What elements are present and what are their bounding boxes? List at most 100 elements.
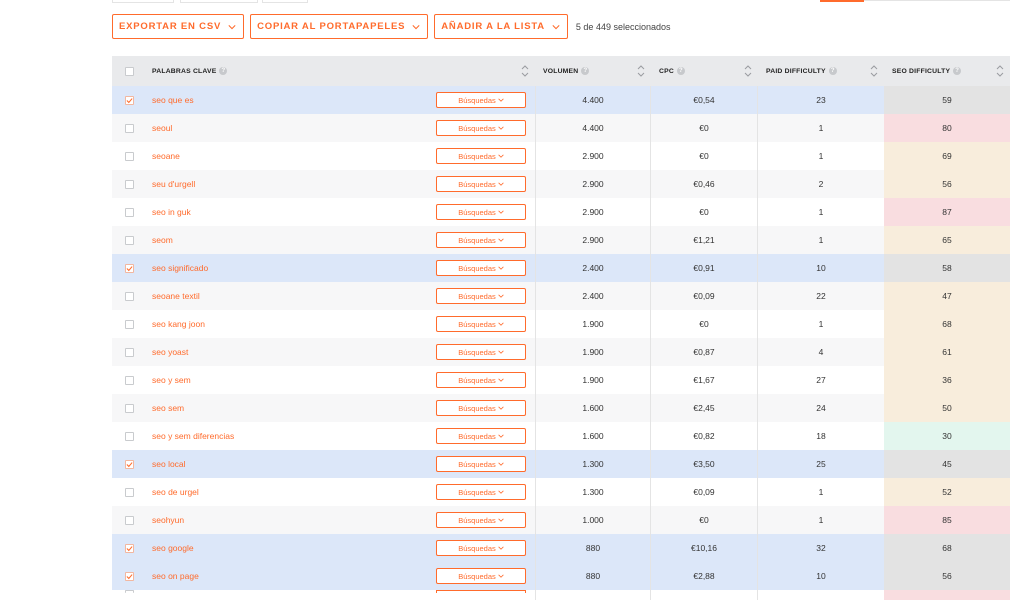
header-keyword-label: PALABRAS CLAVE bbox=[152, 67, 217, 75]
table-row: seoane Búsquedas 2.900 €0 1 69 bbox=[112, 142, 1010, 170]
info-icon[interactable]: ? bbox=[828, 67, 837, 75]
add-to-list-button[interactable]: AÑADIR A LA LISTA bbox=[434, 14, 568, 39]
row-checkbox[interactable] bbox=[124, 319, 134, 329]
sort-icon[interactable] bbox=[870, 64, 878, 78]
seo-difficulty-cell: 65 bbox=[884, 226, 1010, 254]
row-checkbox[interactable] bbox=[124, 403, 134, 413]
row-checkbox[interactable] bbox=[124, 95, 134, 105]
keyword-cell[interactable]: seoane textil bbox=[146, 291, 436, 301]
copy-clipboard-label: COPIAR AL PORTAPAPELES bbox=[257, 21, 406, 32]
row-checkbox[interactable] bbox=[124, 459, 134, 469]
keyword-cell[interactable]: seo y sem diferencias bbox=[146, 431, 436, 441]
search-button[interactable]: Búsquedas bbox=[436, 456, 526, 472]
search-button[interactable]: Búsquedas bbox=[436, 400, 526, 416]
sort-icon[interactable] bbox=[637, 64, 645, 78]
search-button[interactable]: Búsquedas bbox=[436, 568, 526, 584]
keyword-cell[interactable]: seo y sem bbox=[146, 375, 436, 385]
keyword-cell[interactable]: seom bbox=[146, 235, 436, 245]
row-checkbox-cell bbox=[112, 95, 146, 105]
keyword-cell[interactable]: seo on page bbox=[146, 571, 436, 581]
row-checkbox[interactable] bbox=[124, 263, 134, 273]
header-seo-difficulty[interactable]: SEO DIFFICULTY ? bbox=[884, 56, 1010, 86]
row-checkbox[interactable] bbox=[124, 487, 134, 497]
keyword-cell[interactable]: seohyun bbox=[146, 515, 436, 525]
header-cpc[interactable]: CPC ? bbox=[651, 56, 758, 86]
search-cell: Búsquedas bbox=[436, 372, 535, 388]
table-row: seo y sem diferencias Búsquedas 1.600 €0,82… bbox=[112, 422, 1010, 450]
row-checkbox[interactable] bbox=[124, 515, 134, 525]
row-checkbox[interactable] bbox=[124, 235, 134, 245]
keyword-cell[interactable]: seu d'urgell bbox=[146, 179, 436, 189]
select-all-checkbox[interactable] bbox=[124, 66, 134, 76]
chevron-down-icon bbox=[496, 97, 504, 103]
seo-difficulty-cell: 80 bbox=[884, 114, 1010, 142]
sort-icon[interactable] bbox=[521, 64, 529, 78]
info-icon[interactable]: ? bbox=[676, 67, 685, 75]
header-paid-difficulty[interactable]: PAID DIFFICULTY ? bbox=[758, 56, 884, 86]
search-cell: Búsquedas bbox=[436, 568, 535, 584]
search-button-label: Búsquedas bbox=[458, 431, 496, 441]
keyword-cell[interactable]: seo google bbox=[146, 543, 436, 553]
row-checkbox[interactable] bbox=[124, 151, 134, 161]
search-cell: Búsquedas bbox=[436, 288, 535, 304]
search-button[interactable]: Búsquedas bbox=[436, 148, 526, 164]
search-button[interactable]: Búsquedas bbox=[436, 512, 526, 528]
search-button[interactable]: Búsquedas bbox=[436, 344, 526, 360]
seo-difficulty-cell: 59 bbox=[884, 86, 1010, 114]
search-button[interactable]: Búsquedas bbox=[436, 540, 526, 556]
export-csv-button[interactable]: EXPORTAR EN CSV bbox=[112, 14, 245, 39]
seo-difficulty-cell: 58 bbox=[884, 254, 1010, 282]
seo-difficulty-cell: 36 bbox=[884, 366, 1010, 394]
keyword-cell[interactable]: seoul bbox=[146, 123, 436, 133]
search-cell: Búsquedas bbox=[436, 400, 535, 416]
copy-clipboard-button[interactable]: COPIAR AL PORTAPAPELES bbox=[250, 14, 429, 39]
sort-icon[interactable] bbox=[744, 64, 752, 78]
keyword-cell[interactable]: seo in guk bbox=[146, 207, 436, 217]
row-checkbox[interactable] bbox=[124, 571, 134, 581]
row-checkbox[interactable] bbox=[124, 207, 134, 217]
row-checkbox[interactable] bbox=[124, 347, 134, 357]
row-checkbox[interactable] bbox=[124, 123, 134, 133]
info-icon[interactable]: ? bbox=[581, 67, 590, 75]
header-volume[interactable]: VOLUMEN ? bbox=[535, 56, 651, 86]
search-button[interactable]: Búsquedas bbox=[436, 260, 526, 276]
table-row: seo de urgel Búsquedas 1.300 €0,09 1 52 bbox=[112, 478, 1010, 506]
volume-cell: 2.900 bbox=[535, 142, 651, 170]
row-checkbox[interactable] bbox=[124, 543, 134, 553]
table-row: seo on page Búsquedas 880 €2,88 10 56 bbox=[112, 562, 1010, 590]
search-button[interactable]: Búsquedas bbox=[436, 232, 526, 248]
keyword-cell[interactable]: seoane bbox=[146, 151, 436, 161]
keyword-cell[interactable]: seo que es bbox=[146, 95, 436, 105]
sort-icon[interactable] bbox=[996, 64, 1004, 78]
row-checkbox[interactable] bbox=[124, 431, 134, 441]
keyword-cell[interactable]: seo kang joon bbox=[146, 319, 436, 329]
search-button[interactable]: Búsquedas bbox=[436, 372, 526, 388]
search-button[interactable]: Búsquedas bbox=[436, 120, 526, 136]
keyword-cell[interactable]: seo sem bbox=[146, 403, 436, 413]
chevron-down-icon bbox=[551, 22, 561, 32]
table-row: seo que es Búsquedas 4.400 €0,54 23 59 bbox=[112, 86, 1010, 114]
info-icon[interactable]: ? bbox=[953, 67, 962, 75]
row-checkbox[interactable] bbox=[124, 375, 134, 385]
table-row: seoul Búsquedas 4.400 €0 1 80 bbox=[112, 114, 1010, 142]
keyword-cell[interactable]: seo de urgel bbox=[146, 487, 436, 497]
cpc-cell: €1,21 bbox=[651, 226, 758, 254]
row-checkbox[interactable] bbox=[124, 291, 134, 301]
seo-difficulty-cell: 50 bbox=[884, 394, 1010, 422]
row-checkbox-cell bbox=[112, 207, 146, 217]
search-button[interactable]: Búsquedas bbox=[436, 204, 526, 220]
search-button[interactable]: Búsquedas bbox=[436, 484, 526, 500]
row-checkbox[interactable] bbox=[124, 179, 134, 189]
search-cell: Búsquedas bbox=[436, 232, 535, 248]
keyword-cell[interactable]: seo yoast bbox=[146, 347, 436, 357]
info-icon[interactable]: ? bbox=[219, 67, 228, 75]
chevron-down-icon bbox=[496, 209, 504, 215]
search-button[interactable]: Búsquedas bbox=[436, 288, 526, 304]
header-keyword[interactable]: PALABRAS CLAVE ? bbox=[146, 56, 535, 86]
search-button[interactable]: Búsquedas bbox=[436, 92, 526, 108]
keyword-cell[interactable]: seo local bbox=[146, 459, 436, 469]
search-button[interactable]: Búsquedas bbox=[436, 176, 526, 192]
search-button[interactable]: Búsquedas bbox=[436, 428, 526, 444]
keyword-cell[interactable]: seo significado bbox=[146, 263, 436, 273]
search-button[interactable]: Búsquedas bbox=[436, 316, 526, 332]
